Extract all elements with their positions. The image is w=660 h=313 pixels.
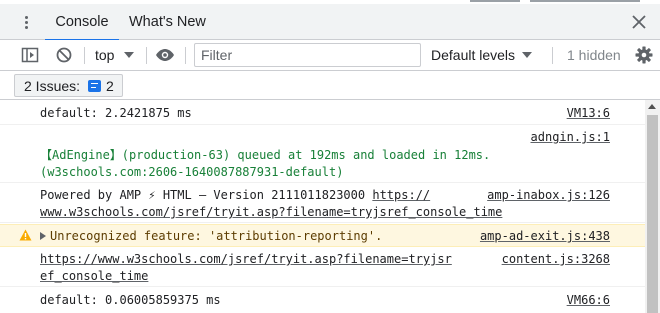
context-selector[interactable]: top xyxy=(95,44,135,66)
log-levels-label: Default levels xyxy=(431,47,516,63)
message-text: default: 2.2421875 ms xyxy=(40,106,192,120)
filter-input[interactable] xyxy=(194,43,421,67)
console-messages: default: 2.2421875 ms VM13:6 adngin.js:1… xyxy=(0,100,645,313)
gear-icon[interactable] xyxy=(632,44,656,66)
eye-icon[interactable] xyxy=(153,44,177,66)
console-message: https://www.w3schools.com/jsref/tryit.as… xyxy=(0,249,645,287)
message-text: (w3schools.com:2606-1640087887931-defaul… xyxy=(40,165,344,179)
console-toolbar: top Default levels 1 hidden xyxy=(0,40,660,71)
toolbar-divider xyxy=(146,47,147,64)
message-source-link[interactable]: VM66:6 xyxy=(567,291,610,309)
message-text-part: Powered by AMP ⚡ HTML – Version 21110118… xyxy=(40,188,373,202)
chevron-down-icon xyxy=(522,52,533,58)
warning-triangle-icon xyxy=(19,229,32,241)
issue-chip-icon xyxy=(88,79,102,92)
console-message: default: 2.2421875 ms VM13:6 xyxy=(0,103,645,125)
message-text: 【AdEngine】(production-63) queued at 192m… xyxy=(40,148,491,162)
message-source-link[interactable]: VM13:6 xyxy=(567,104,610,122)
message-url-link[interactable]: www.w3schools.com/jsref/tryit.asp?filena… xyxy=(40,203,502,221)
message-url-link[interactable]: ef_console_time xyxy=(40,267,148,285)
page-link-remnant xyxy=(530,0,640,2)
tab-console[interactable]: Console xyxy=(45,4,119,41)
message-url-link[interactable]: https:// xyxy=(372,188,430,202)
console-message: default: 0.06005859375 ms VM66:6 xyxy=(0,289,645,313)
scroll-up-arrow-icon[interactable] xyxy=(648,104,656,109)
chevron-down-icon xyxy=(124,52,135,58)
toolbar-divider xyxy=(552,47,553,64)
clear-console-icon[interactable] xyxy=(52,44,76,66)
scrollbar-thumb[interactable] xyxy=(647,115,658,313)
hidden-messages-count: 1 hidden xyxy=(567,47,621,63)
toolbar-divider xyxy=(185,47,186,64)
console-scrollbar[interactable] xyxy=(645,100,660,313)
log-levels-dropdown[interactable]: Default levels xyxy=(431,44,533,66)
tab-whats-new[interactable]: What's New xyxy=(129,4,206,40)
drawer-tab-bar: Console What's New xyxy=(0,4,660,41)
issues-label: 2 Issues: xyxy=(24,77,81,94)
tab-whats-new-label: What's New xyxy=(129,14,206,30)
message-source-link[interactable]: amp-inabox.js:126 xyxy=(487,186,610,204)
console-message: adngin.js:1 【AdEngine】(production-63) qu… xyxy=(0,127,645,183)
issues-button[interactable]: 2 Issues: 2 xyxy=(14,74,123,97)
page-link-remnant xyxy=(470,0,520,2)
console-message: Powered by AMP ⚡ HTML – Version 21110118… xyxy=(0,185,645,223)
toolbar-divider xyxy=(84,47,85,64)
message-source-link[interactable]: amp-ad-exit.js:438 xyxy=(480,227,610,245)
tab-console-label: Console xyxy=(55,14,109,30)
message-source-link[interactable]: adngin.js:1 xyxy=(531,128,610,146)
issues-bar: 2 Issues: 2 xyxy=(0,71,660,100)
console-warning: Unrecognized feature: 'attribution-repor… xyxy=(0,224,645,247)
sidebar-toggle-icon[interactable] xyxy=(18,44,42,66)
close-icon[interactable] xyxy=(630,13,648,31)
message-text: Powered by AMP ⚡ HTML – Version 21110118… xyxy=(40,186,430,204)
message-source-link[interactable]: content.js:3268 xyxy=(502,250,610,268)
issues-count: 2 xyxy=(106,77,114,94)
message-text: Unrecognized feature: 'attribution-repor… xyxy=(50,229,383,243)
expand-triangle-icon[interactable] xyxy=(40,232,46,240)
context-selector-value: top xyxy=(95,47,115,63)
more-vertical-icon[interactable] xyxy=(14,10,38,34)
message-text: default: 0.06005859375 ms xyxy=(40,293,221,307)
message-url-link[interactable]: https://www.w3schools.com/jsref/tryit.as… xyxy=(40,250,452,268)
